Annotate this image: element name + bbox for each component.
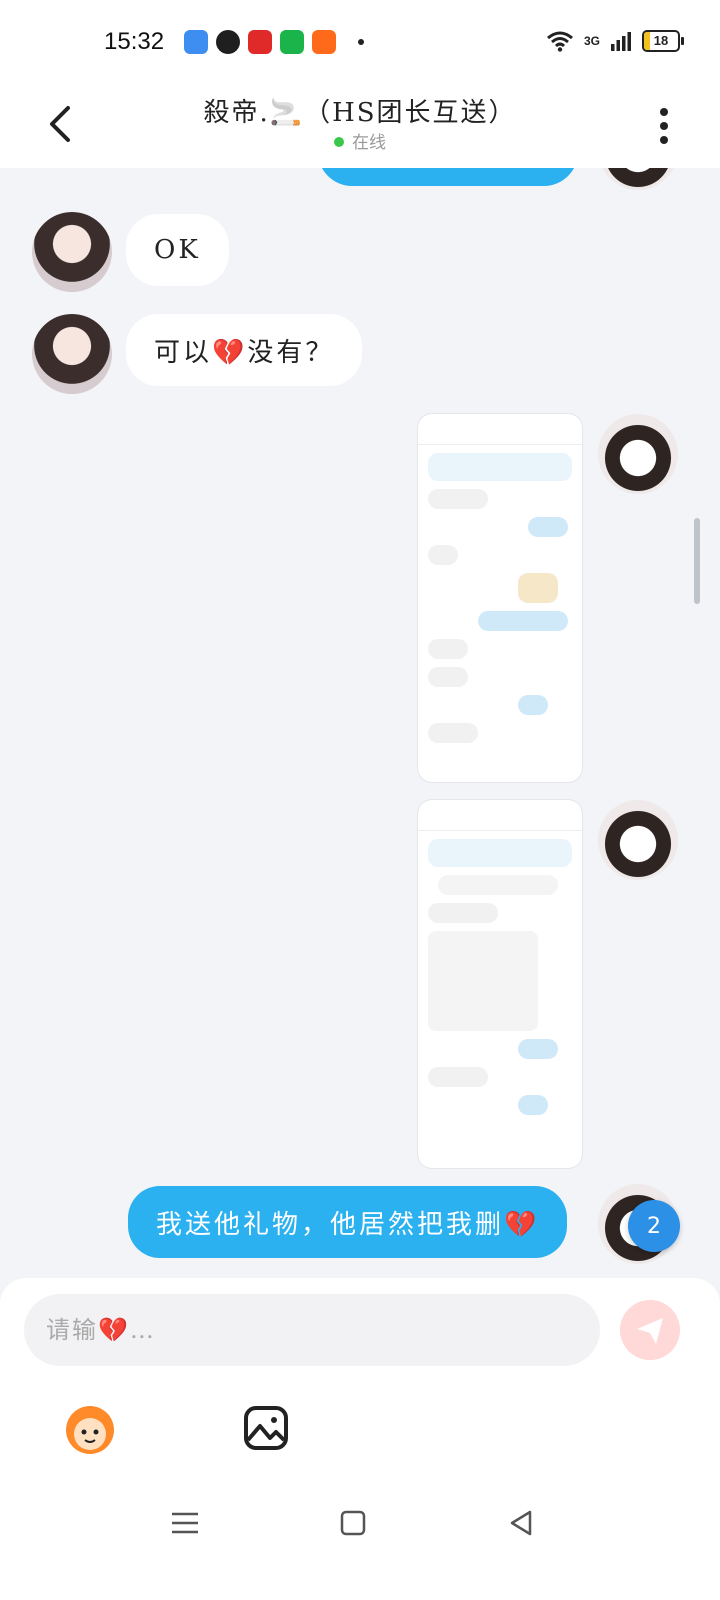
more-options-icon[interactable] <box>652 100 676 150</box>
message-bubble[interactable]: 我送他礼物，他居然把我删💔 <box>128 1186 568 1258</box>
image-picker-icon[interactable] <box>234 1396 298 1460</box>
message-bubble[interactable]: 可以💔没有？ <box>126 314 363 386</box>
wechat-icon <box>216 30 240 54</box>
battery-level: 18 <box>653 33 669 48</box>
my-avatar[interactable] <box>598 414 678 494</box>
message-input[interactable] <box>24 1294 600 1366</box>
online-status-label: 在线 <box>352 133 386 153</box>
network-type: 3G <box>583 34 600 48</box>
red-app-icon <box>248 30 272 54</box>
send-icon[interactable] <box>620 1300 680 1360</box>
orange-app-icon <box>312 30 336 54</box>
back-nav-icon[interactable] <box>504 1506 538 1540</box>
image-message[interactable] <box>418 800 582 1168</box>
contact-name: 殺帝.🚬（HS团长互送） <box>203 98 517 128</box>
unread-badge[interactable]: 2 <box>628 1200 680 1252</box>
image-message[interactable] <box>418 414 582 782</box>
composer <box>0 1278 720 1600</box>
contact-avatar[interactable] <box>32 212 112 292</box>
message-list[interactable]: OK 可以💔没有？ 我送他礼物，他居然把我删💔 <box>0 168 720 1303</box>
system-status: 3G 18 <box>546 30 684 52</box>
message-bubble[interactable]: OK <box>126 214 229 286</box>
wifi-icon <box>547 31 573 52</box>
online-status: 在线 <box>0 128 720 153</box>
battery-icon: 18 <box>642 30 684 52</box>
green-app-icon <box>280 30 304 54</box>
home-nav-icon[interactable] <box>336 1506 370 1540</box>
notification-icons <box>184 30 364 54</box>
emoji-sticker-icon[interactable] <box>58 1396 122 1460</box>
chat-header: 殺帝.🚬（HS团长互送） 在线 <box>0 88 720 168</box>
my-avatar[interactable] <box>598 168 678 190</box>
scrollbar[interactable] <box>694 518 700 604</box>
my-avatar[interactable] <box>598 800 678 880</box>
contact-avatar[interactable] <box>32 314 112 394</box>
more-notifications-icon <box>358 39 364 45</box>
status-time: 15:32 <box>104 28 165 55</box>
signal-icon <box>611 32 631 51</box>
menu-nav-icon[interactable] <box>168 1506 202 1540</box>
online-dot-icon <box>334 137 344 147</box>
status-bar: 15:32 3G 18 <box>0 0 720 88</box>
message-bubble-previous[interactable] <box>318 168 578 186</box>
blue-app-icon <box>184 30 208 54</box>
